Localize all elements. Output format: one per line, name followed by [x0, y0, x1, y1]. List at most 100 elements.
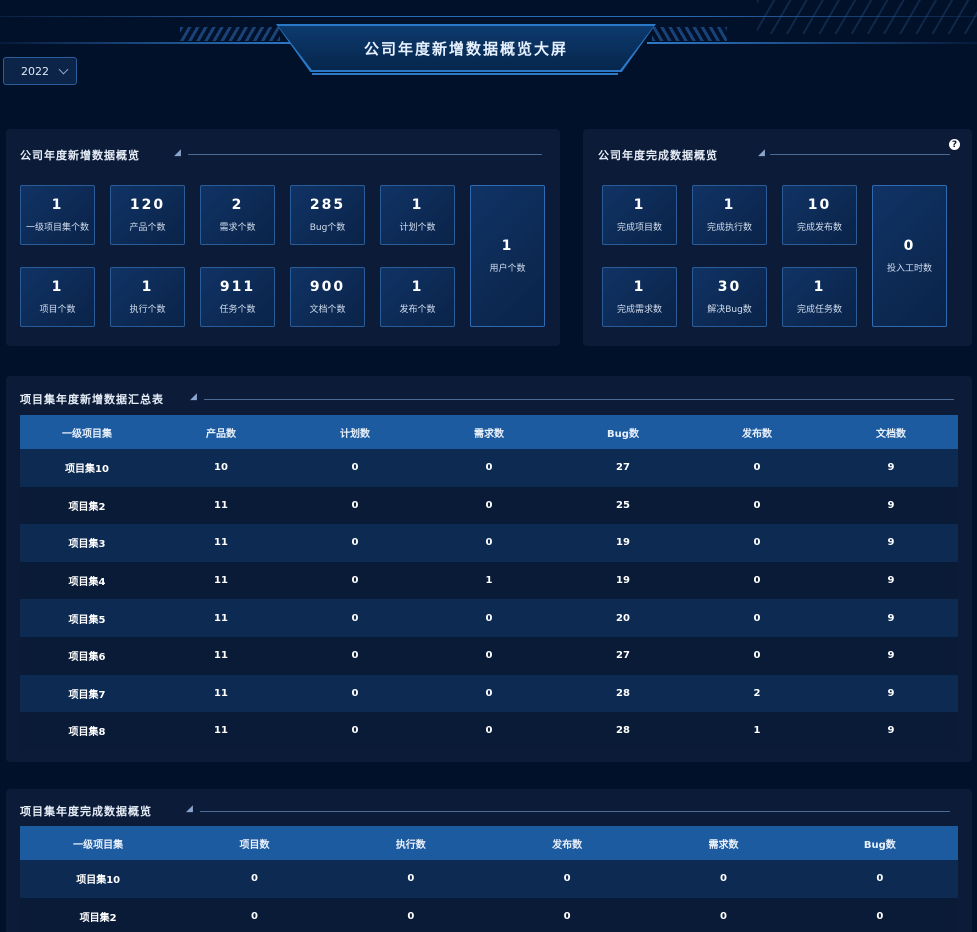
- stat-card: 1 完成需求数: [602, 267, 677, 327]
- column-header[interactable]: 一级项目集: [20, 425, 154, 440]
- table-row: 项目集2 0 0 0 0 0: [20, 897, 958, 932]
- table-cell: 项目集2: [79, 912, 117, 924]
- stat-label: 任务个数: [219, 305, 256, 315]
- stat-card: 1 完成项目数: [602, 185, 677, 245]
- table-cell: 0: [407, 910, 415, 922]
- stat-value: 911: [219, 279, 256, 295]
- table-cell: 27: [616, 462, 630, 474]
- table-cell: 11: [214, 687, 228, 699]
- title-deco-icon: ◢: [174, 148, 181, 158]
- column-header[interactable]: 发布数: [690, 425, 824, 440]
- table-cell: 项目集10: [76, 875, 121, 887]
- column-header[interactable]: 计划数: [288, 425, 422, 440]
- stat-value: 900: [309, 279, 346, 295]
- help-icon[interactable]: ?: [949, 139, 960, 150]
- stat-card: 285 Bug个数: [290, 185, 365, 245]
- stat-label: 用户个数: [489, 264, 526, 274]
- stat-label: 计划个数: [399, 223, 436, 233]
- table-header: 一级项目集 产品数 计划数 需求数 Bug数 发布数 文档数: [20, 415, 958, 449]
- table-cell: 0: [351, 650, 359, 662]
- table-cell: 0: [753, 650, 761, 662]
- table-cell: 20: [616, 612, 630, 624]
- table-cell: 0: [351, 499, 359, 511]
- stat-value: 1: [51, 279, 64, 295]
- table-row: 项目集2 11 0 0 25 0 9: [20, 486, 958, 525]
- column-header[interactable]: 产品数: [154, 425, 288, 440]
- stat-label: 项目个数: [39, 305, 76, 315]
- table-cell: 0: [485, 499, 493, 511]
- table-cell: 0: [485, 725, 493, 737]
- stat-label: 需求个数: [219, 223, 256, 233]
- column-header[interactable]: 项目数: [176, 836, 332, 851]
- header-line-left: [0, 42, 300, 44]
- column-header[interactable]: 需求数: [422, 425, 556, 440]
- stat-label: 解决Bug数: [707, 305, 752, 315]
- stat-label: 完成需求数: [616, 305, 662, 315]
- column-header[interactable]: 执行数: [333, 836, 489, 851]
- title-deco-icon: ◢: [186, 804, 193, 814]
- title-line: [200, 811, 950, 812]
- stat-label: 完成项目数: [616, 223, 662, 233]
- year-select[interactable]: 2022: [3, 57, 77, 85]
- stat-card: 1 发布个数: [380, 267, 455, 327]
- table-cell: 1: [485, 575, 493, 587]
- table-cell: 2: [753, 687, 761, 699]
- table-cell: 9: [887, 537, 895, 549]
- column-header[interactable]: Bug数: [556, 425, 690, 440]
- header-underline: [312, 73, 618, 75]
- table-cell: 0: [485, 650, 493, 662]
- stat-value: 1: [501, 238, 514, 254]
- stat-card: 30 解决Bug数: [692, 267, 767, 327]
- table-cell: 0: [485, 612, 493, 624]
- table-cell: 10: [214, 462, 228, 474]
- table-cell: 19: [616, 537, 630, 549]
- stat-value: 120: [129, 197, 166, 213]
- stat-label: 完成发布数: [796, 223, 842, 233]
- stat-value: 285: [309, 197, 346, 213]
- table-row: 项目集3 11 0 0 19 0 9: [20, 524, 958, 562]
- title-line: [770, 154, 950, 155]
- stat-value: 30: [717, 279, 742, 295]
- stat-value: 1: [141, 279, 154, 295]
- table-cell: 28: [616, 687, 630, 699]
- stat-value: 10: [807, 197, 832, 213]
- new-table-title: 项目集年度新增数据汇总表: [20, 393, 164, 406]
- table-cell: 11: [214, 612, 228, 624]
- column-header[interactable]: 需求数: [645, 836, 801, 851]
- new-data-table: 一级项目集 产品数 计划数 需求数 Bug数 发布数 文档数 项目集10 10 0 0 27 0 9 项目集…: [20, 415, 958, 750]
- table-cell: 25: [616, 499, 630, 511]
- table-row: 项目集7 11 0 0 28 2 9: [20, 674, 958, 713]
- stat-card: 911 任务个数: [200, 267, 275, 327]
- column-header[interactable]: 发布数: [489, 836, 645, 851]
- table-row: 项目集4 11 0 1 19 0 9: [20, 561, 958, 600]
- table-cell: 0: [351, 537, 359, 549]
- column-header[interactable]: 一级项目集: [20, 836, 176, 851]
- table-cell: 0: [753, 537, 761, 549]
- table-cell: 0: [876, 910, 884, 922]
- table-cell: 0: [563, 910, 571, 922]
- stat-label: 发布个数: [399, 305, 436, 315]
- table-cell: 项目集3: [68, 539, 106, 551]
- table-row: 项目集10 10 0 0 27 0 9: [20, 449, 958, 487]
- table-cell: 9: [887, 575, 895, 587]
- header-decoration: [757, 0, 977, 34]
- stat-value: 1: [813, 279, 826, 295]
- column-header[interactable]: 文档数: [824, 425, 958, 440]
- page-title: 公司年度新增数据概览大屏: [363, 39, 568, 58]
- table-cell: 11: [214, 575, 228, 587]
- table-cell: 项目集5: [68, 614, 106, 626]
- table-cell: 0: [719, 873, 727, 885]
- table-cell: 0: [719, 910, 727, 922]
- table-row: 项目集8 11 0 0 28 1 9: [20, 712, 958, 750]
- table-cell: 1: [753, 725, 761, 737]
- header-line: [0, 16, 977, 17]
- stat-card: 10 完成发布数: [782, 185, 857, 245]
- table-cell: 19: [616, 575, 630, 587]
- table-cell: 0: [753, 575, 761, 587]
- table-row: 项目集6 11 0 0 27 0 9: [20, 636, 958, 675]
- stat-card: 120 产品个数: [110, 185, 185, 245]
- stat-card: 1 完成任务数: [782, 267, 857, 327]
- table-cell: 项目集8: [68, 727, 106, 739]
- column-header[interactable]: Bug数: [802, 836, 958, 851]
- done-overview-title: 公司年度完成数据概览: [598, 149, 718, 162]
